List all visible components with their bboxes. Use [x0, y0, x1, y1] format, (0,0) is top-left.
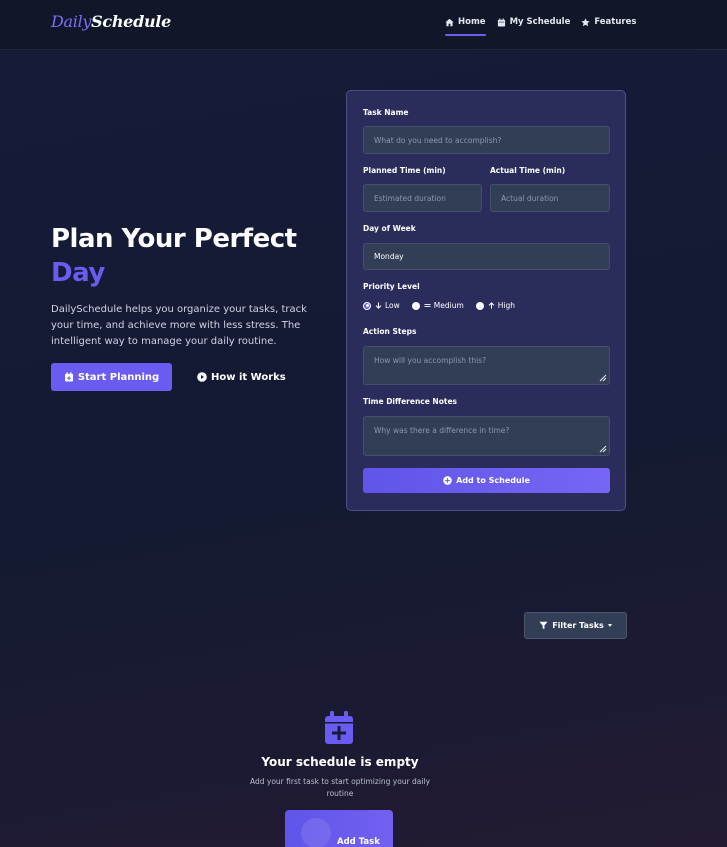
button-ripple: [301, 818, 331, 847]
add-task-label: Add Task: [337, 837, 380, 847]
add-task-form: Task Name What do you need to accomplish…: [346, 90, 626, 511]
plus-circle-icon: [443, 476, 452, 485]
hero-description: DailySchedule helps you organize your ta…: [51, 304, 307, 347]
arrow-up-icon: [488, 302, 495, 309]
day-of-week-select[interactable]: Monday: [363, 243, 610, 270]
action-steps-textarea[interactable]: How will you accomplish this?: [363, 346, 610, 385]
time-notes-placeholder: Why was there a difference in time?: [374, 426, 510, 435]
chevron-down-icon: [607, 624, 612, 627]
nav-link-label: Features: [594, 17, 637, 27]
calendar-plus-icon: [64, 372, 73, 382]
resize-handle-icon[interactable]: [599, 374, 607, 382]
nav-menu: Home My Schedule Features: [445, 17, 647, 36]
home-icon: [445, 18, 454, 26]
arrow-down-icon: [375, 302, 382, 309]
radio-button[interactable]: [363, 301, 371, 310]
hero-title-line1: Plan Your Perfect: [51, 224, 297, 254]
brand-part1: Daily: [51, 12, 92, 31]
nav-link-home[interactable]: Home: [445, 17, 486, 36]
brand-part2: Schedule: [91, 12, 171, 31]
brand-logo[interactable]: DailySchedule: [51, 12, 171, 31]
equals-icon: [424, 303, 431, 308]
radio-button[interactable]: [475, 301, 484, 310]
planned-time-input[interactable]: Estimated duration: [363, 184, 482, 212]
actual-time-placeholder: Actual duration: [501, 193, 559, 203]
how-it-works-button[interactable]: How it Works: [197, 363, 286, 391]
navbar: DailySchedule Home My Schedule Features: [0, 0, 727, 50]
add-task-button[interactable]: Add Task: [285, 810, 393, 847]
actual-time-input[interactable]: Actual duration: [490, 184, 610, 212]
hero-title: Plan Your Perfect Day: [51, 222, 297, 290]
calendar-icon: [497, 17, 505, 27]
filter-tasks-label: Filter Tasks: [552, 621, 604, 630]
priority-high-radio[interactable]: High: [475, 301, 516, 310]
action-steps-placeholder: How will you accomplish this?: [374, 356, 487, 365]
nav-link-label: Home: [458, 17, 486, 27]
planned-time-label: Planned Time (min): [363, 166, 446, 175]
empty-state-subtitle: Add your first task to start optimizing …: [249, 777, 431, 798]
priority-low-radio[interactable]: Low: [363, 301, 400, 310]
play-circle-icon: [197, 372, 207, 382]
priority-radio-group: Low Medium High: [363, 301, 527, 310]
priority-high-label: High: [497, 301, 516, 310]
task-name-label: Task Name: [363, 108, 409, 117]
filter-tasks-button[interactable]: Filter Tasks: [524, 612, 627, 639]
calendar-plus-icon: [325, 711, 353, 744]
priority-label: Priority Level: [363, 282, 420, 291]
day-of-week-value: Monday: [374, 252, 404, 261]
priority-low-label: Low: [385, 301, 400, 310]
action-steps-label: Action Steps: [363, 327, 417, 336]
add-to-schedule-button[interactable]: Add to Schedule: [363, 468, 610, 493]
planned-time-placeholder: Estimated duration: [374, 193, 446, 203]
add-to-schedule-label: Add to Schedule: [456, 476, 530, 485]
hero-title-accent: Day: [51, 258, 105, 288]
nav-link-my-schedule[interactable]: My Schedule: [497, 17, 571, 27]
star-icon: [581, 17, 590, 26]
start-planning-button[interactable]: Start Planning: [51, 363, 172, 391]
priority-medium-label: Medium: [433, 301, 464, 310]
day-of-week-label: Day of Week: [363, 224, 416, 233]
task-name-placeholder: What do you need to accomplish?: [374, 135, 502, 145]
filter-icon: [539, 621, 548, 630]
time-notes-textarea[interactable]: Why was there a difference in time?: [363, 416, 610, 456]
radio-button[interactable]: [411, 301, 420, 310]
task-name-input[interactable]: What do you need to accomplish?: [363, 126, 610, 154]
nav-link-features[interactable]: Features: [581, 17, 636, 27]
start-planning-label: Start Planning: [77, 371, 160, 383]
how-it-works-label: How it Works: [211, 371, 286, 383]
resize-handle-icon[interactable]: [599, 445, 607, 453]
nav-link-label: My Schedule: [509, 17, 571, 27]
actual-time-label: Actual Time (min): [490, 166, 566, 175]
priority-medium-radio[interactable]: Medium: [411, 301, 464, 310]
empty-state-title: Your schedule is empty: [261, 755, 419, 769]
time-notes-label: Time Difference Notes: [363, 397, 457, 406]
